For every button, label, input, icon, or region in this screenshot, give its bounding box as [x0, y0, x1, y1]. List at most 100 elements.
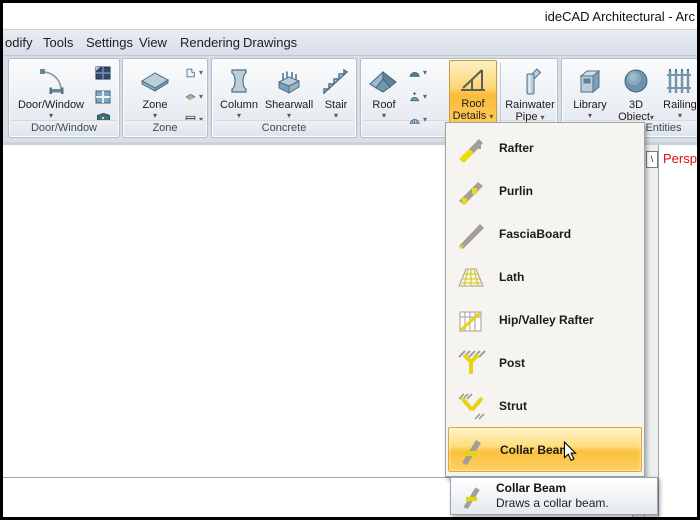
dome-button[interactable]: ▾ [409, 64, 427, 81]
window-grid-button[interactable] [95, 88, 113, 105]
menu-item-label: Post [499, 356, 525, 370]
menu-item-label: Hip/Valley Rafter [499, 313, 594, 327]
stair-button[interactable]: Stair ▾ [316, 62, 356, 120]
chevron-down-icon: ▾ [423, 115, 427, 124]
button-label: Stair [325, 99, 348, 111]
menu-item-purlin[interactable]: Purlin [448, 170, 642, 213]
button-label: Rainwater Pipe [505, 99, 555, 123]
perspective-view-label: Perspective [663, 151, 697, 166]
tooltip-title: Collar Beam [496, 481, 609, 496]
awning-button[interactable]: ▾ [409, 111, 427, 128]
roof-details-dropdown: Rafter Purlin FasciaBoard [445, 122, 645, 477]
menu-bar: odify Tools Settings View Rendering Draw… [3, 29, 697, 56]
button-label: Door/Window [18, 99, 84, 111]
ribbon-group-door-window: Door/Window ▾ [8, 58, 120, 138]
chevron-down-icon: ▾ [423, 92, 427, 101]
menu-item-label: FasciaBoard [499, 227, 571, 241]
menu-item-strut[interactable]: Strut [448, 384, 642, 427]
button-label: Zone [142, 99, 167, 111]
button-label: Roof [372, 99, 395, 111]
dome-icon [409, 65, 420, 81]
3d-object-icon [619, 62, 653, 99]
roof-button[interactable]: Roof ▾ [363, 62, 405, 120]
button-label: Shearwall [265, 99, 313, 111]
backslash-button[interactable]: \ [646, 151, 658, 168]
menu-item-drawings[interactable]: Drawings [243, 35, 297, 50]
title-bar: ideCAD Architectural - Arc [3, 3, 697, 29]
post-icon [456, 348, 486, 378]
chevron-down-icon: ▾ [199, 92, 203, 101]
column-button[interactable]: Column ▾ [216, 62, 262, 120]
chevron-down-icon: ▾ [423, 68, 427, 77]
roof-details-button[interactable]: Roof Details ▾ [449, 60, 497, 124]
menu-item-collar-beam[interactable]: Collar Beam [448, 427, 642, 472]
group-label-concrete: Concrete [214, 120, 354, 135]
chevron-down-icon: ▾ [382, 111, 386, 120]
zone-outline-icon [185, 65, 196, 81]
column-icon [222, 62, 256, 99]
window-dark-icon [95, 65, 111, 81]
app-window-inner: ideCAD Architectural - Arc odify Tools S… [3, 3, 697, 517]
collar-beam-icon [457, 481, 487, 511]
strut-icon [456, 391, 486, 421]
zone-icon [138, 62, 172, 99]
zone-outline-button[interactable]: ▾ [185, 64, 203, 81]
menu-item-settings[interactable]: Settings [86, 35, 133, 50]
chevron-down-icon: ▾ [678, 111, 682, 120]
menu-item-label: Collar Beam [500, 443, 570, 457]
stair-icon [319, 62, 353, 99]
menu-item-label: Rafter [499, 141, 534, 155]
zone-slab-button[interactable]: ▾ [185, 88, 203, 105]
chevron-down-icon: ▾ [153, 111, 157, 120]
chevron-down-icon: ▾ [49, 111, 53, 120]
roof-icon [367, 62, 401, 99]
perspective-panel[interactable]: \ Perspective [645, 142, 697, 517]
window-dark-button[interactable] [95, 64, 113, 81]
lath-icon [456, 262, 486, 292]
button-label: Roof Details [453, 98, 487, 122]
menu-item-rafter[interactable]: Rafter [448, 127, 642, 170]
ribbon-group-zone: Zone ▾ ▾ ▾ ▾ Zone [122, 58, 208, 138]
menu-item-lath[interactable]: Lath [448, 256, 642, 299]
library-button[interactable]: Library ▾ [568, 62, 612, 120]
app-window: ideCAD Architectural - Arc odify Tools S… [0, 0, 700, 520]
perspective-toolbar-strip: \ [645, 145, 659, 517]
group-label-zone: Zone [125, 120, 205, 135]
roof-details-icon [457, 61, 489, 98]
door-window-button[interactable]: Door/Window ▾ [11, 62, 91, 120]
fasciaboard-icon [456, 219, 486, 249]
hip-valley-rafter-icon [456, 305, 486, 335]
button-label: Library [573, 99, 607, 111]
roof-window-button[interactable]: ▾ [409, 88, 427, 105]
window-title: ideCAD Architectural - Arc [545, 9, 695, 24]
menu-item-label: Strut [499, 399, 527, 413]
button-label: Railing [663, 99, 697, 111]
group-label-door-window: Door/Window [11, 120, 117, 135]
menu-item-fasciaboard[interactable]: FasciaBoard [448, 213, 642, 256]
awning-icon [409, 112, 420, 128]
group-separator [500, 63, 501, 129]
shearwall-button[interactable]: Shearwall ▾ [262, 62, 316, 120]
chevron-down-icon: ▾ [541, 113, 545, 122]
button-label: Column [220, 99, 258, 111]
roof-window-icon [409, 89, 420, 105]
tooltip-description: Draws a collar beam. [496, 496, 609, 511]
3d-object-button[interactable]: 3D Object▾ [614, 62, 658, 123]
chevron-down-icon: ▾ [588, 111, 592, 120]
chevron-down-icon: ▾ [334, 111, 338, 120]
railing-button[interactable]: Railing ▾ [660, 62, 697, 120]
menu-item-rendering[interactable]: Rendering [180, 35, 240, 50]
collar-beam-icon [457, 435, 487, 465]
menu-item-hip-valley-rafter[interactable]: Hip/Valley Rafter [448, 299, 642, 342]
menu-item-modify[interactable]: odify [5, 35, 32, 50]
shearwall-icon [272, 62, 306, 99]
menu-item-tools[interactable]: Tools [43, 35, 73, 50]
menu-item-view[interactable]: View [139, 35, 167, 50]
menu-item-post[interactable]: Post [448, 341, 642, 384]
railing-icon [663, 62, 697, 99]
chevron-down-icon: ▾ [199, 68, 203, 77]
rainwater-pipe-button[interactable]: Rainwater Pipe ▾ [503, 62, 557, 123]
chevron-down-icon: ▾ [287, 111, 291, 120]
rainwater-pipe-icon [513, 62, 547, 99]
zone-button[interactable]: Zone ▾ [127, 62, 183, 120]
